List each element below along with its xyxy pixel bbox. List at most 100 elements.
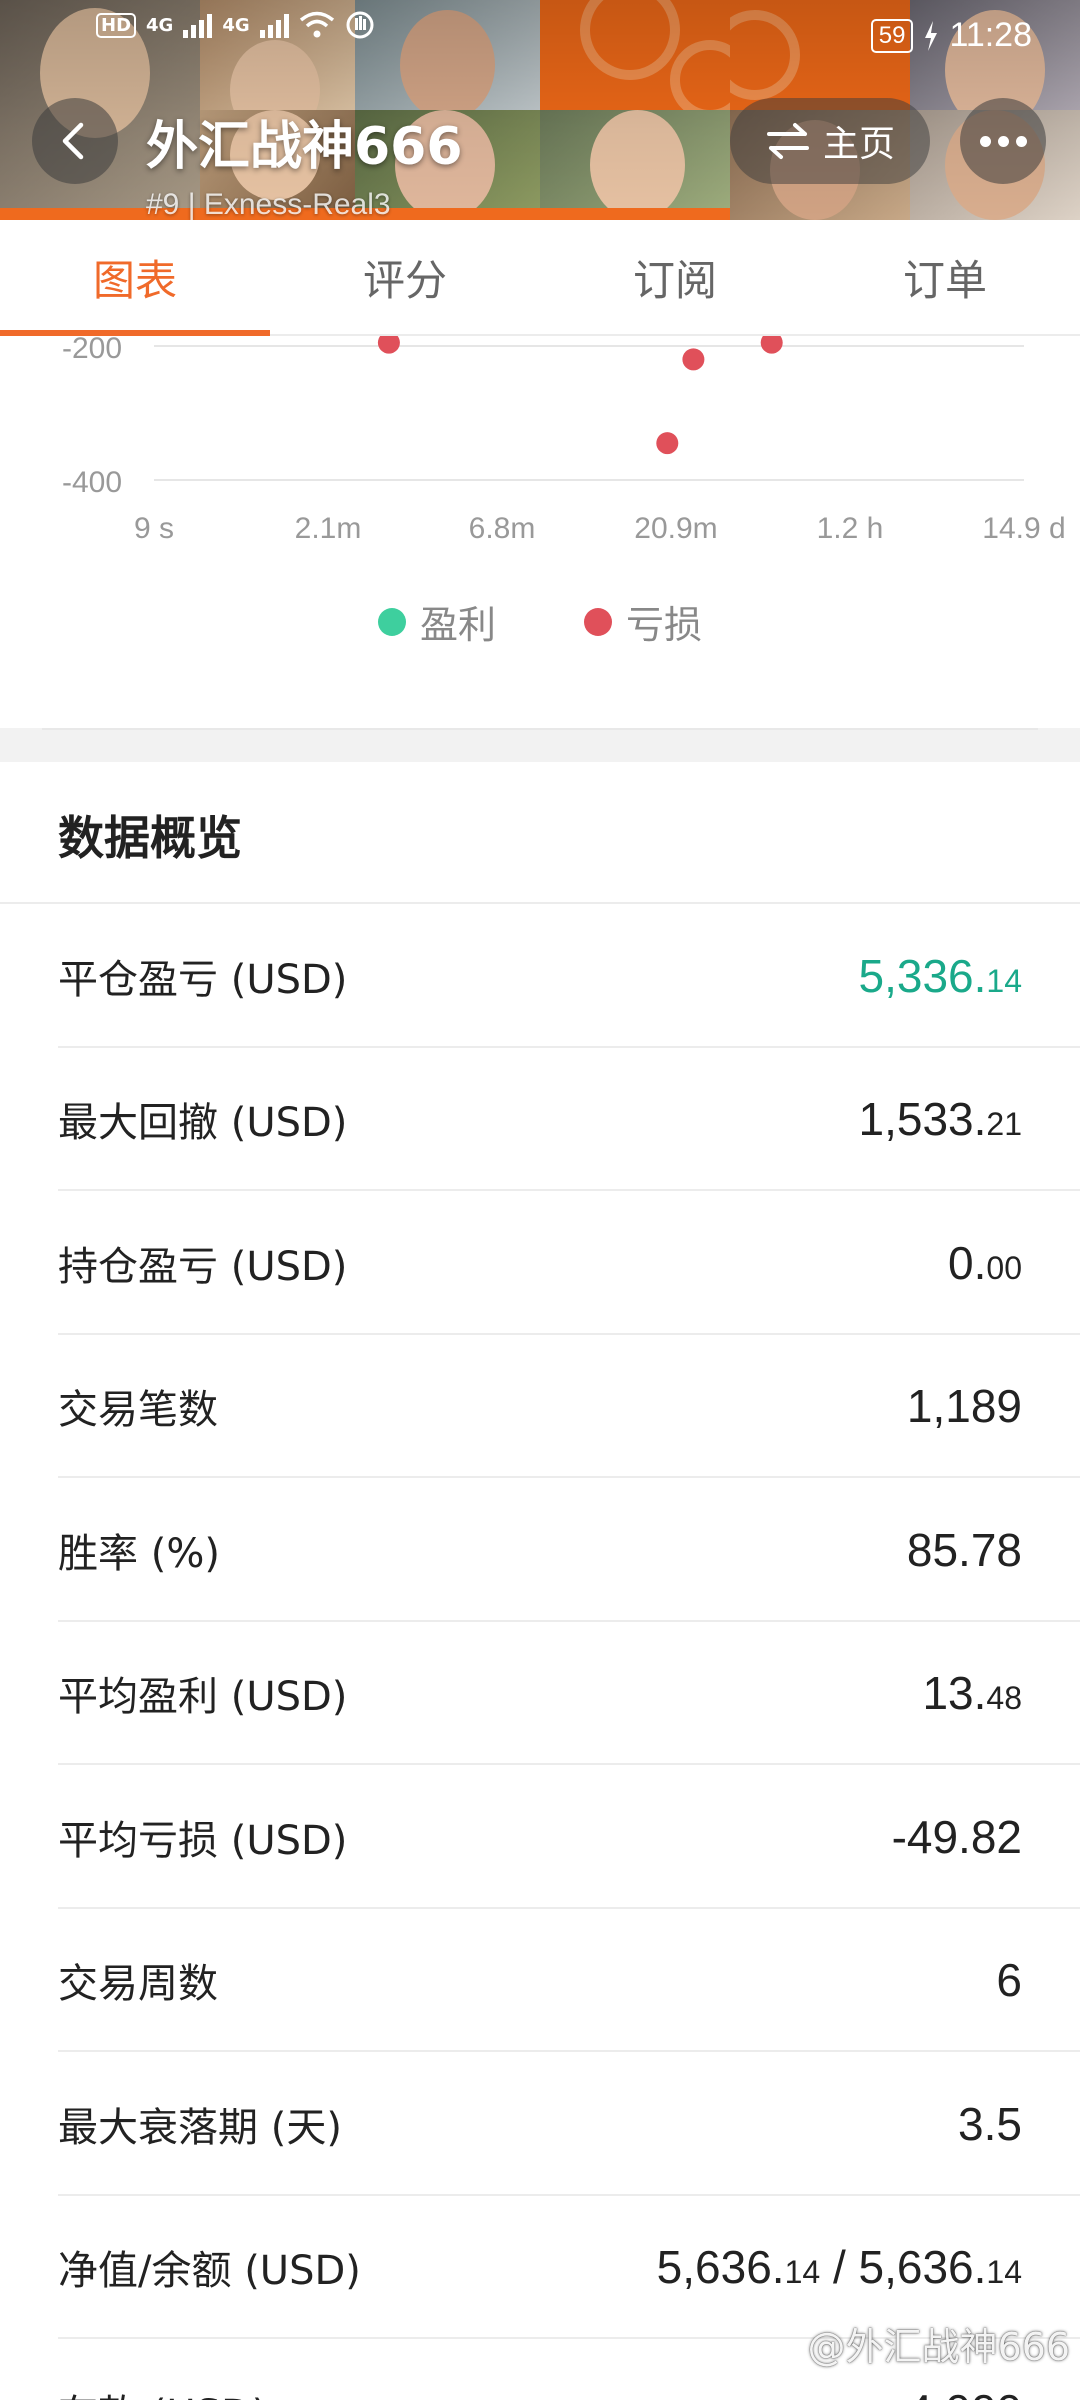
signal-strength-icon [183,12,213,38]
network-4g-label-2: 4G [222,14,250,36]
legend-label-profit: 盈利 [419,603,496,647]
clock: 11:28 [949,16,1032,54]
overview-row: 平均盈利 (USD) 13.48 [0,1622,1080,1766]
value-integer: 1,533. [858,1093,987,1146]
top-nav: 外汇战神666 #9 | Exness-Real3 主页 [0,96,1080,220]
overview-row-value: 1,189 [907,1379,1022,1433]
overview-row-label: 存款 (USD) [58,2382,267,2400]
overview-row-label: 交易笔数 [58,1387,218,1434]
value-integer: 0. [948,1236,987,1289]
value-integer: 5,336. [858,949,987,1002]
overview-row: 交易周数 6 [0,1909,1080,2053]
value-integer: 4,000 [907,2385,1022,2400]
chart-plot: -200 -400 9 s 2.1m 6.8m 20.9m 1.2 h 14.9 d [62,331,1066,545]
value-decimal: 14 [986,2254,1022,2291]
overview-row-value: 3.5 [958,2097,1022,2151]
overview-row-label: 平仓盈亏 (USD) [58,956,348,1003]
value-decimal: 00 [986,1249,1022,1286]
tab-subscribe[interactable]: 订阅 [540,220,810,334]
charging-bolt-icon [925,20,938,51]
overview-row: 最大回撤 (USD) 1,533.21 [0,1048,1080,1192]
overview-row-label: 持仓盈亏 (USD) [58,1243,348,1290]
overview-row-value: 6 [996,1953,1022,2007]
overview-row-value: 13.48 [922,1666,1022,1720]
more-button[interactable] [960,98,1046,184]
overview-row-value: 5,336.14 [859,949,1023,1003]
swap-arrows-icon [766,123,809,159]
back-button[interactable] [32,98,118,184]
signal-strength-icon-2 [259,12,289,38]
more-dot [979,135,991,147]
overview-row-label: 平均亏损 (USD) [58,1817,348,1864]
overview-row-value: 0.00 [948,1236,1022,1290]
network-4g-label: 4G [146,14,174,36]
chart-point-loss [760,331,783,354]
value-integer: 5,636. [656,2241,785,2294]
overview-row: 平均亏损 (USD) -49.82 [0,1765,1080,1909]
chart-x-tick-label: 2.1m [295,512,362,545]
overview-row: 最大衰落期 (天) 3.5 [0,2052,1080,2196]
chart-y-tick-label: -200 [62,336,122,365]
legend-item-loss[interactable]: 亏损 [584,594,702,649]
trade-duration-scatter-chart: -200 -400 9 s 2.1m 6.8m 20.9m 1.2 h 14.9 d [0,331,1080,726]
chart-point-loss [682,348,705,371]
chart-x-tick-label: 14.9 d [982,512,1065,545]
value-integer: 6 [996,1954,1022,2007]
profile-header: HD 4G 4G 59 11:28 外汇战神666 #9 | Exness-Re… [0,0,1080,220]
overview-row: 持仓盈亏 (USD) 0.00 [0,1191,1080,1335]
tab-orders[interactable]: 订单 [810,220,1080,334]
overview-row-value: 85.78 [907,1523,1022,1577]
home-button-label: 主页 [822,124,895,165]
overview-row-value: 5,636.14 / 5,636.14 [657,2240,1022,2294]
chart-point-loss [377,331,400,354]
overview-row-label: 平均盈利 (USD) [58,1674,348,1721]
value-integer: 13. [922,1667,987,1720]
value-integer: 1,189 [906,1380,1022,1433]
overview-title: 数据概览 [58,811,242,865]
chart-legend: 盈利 亏损 [0,594,1080,649]
wifi-icon [299,11,334,38]
status-bar: HD 4G 4G 59 11:28 [0,0,1080,76]
back-arrow-icon [62,122,84,160]
page-title: 外汇战神666 [146,117,463,177]
overview-row-value: 1,533.21 [859,1092,1023,1146]
overview-row: 胜率 (%) 85.78 [0,1478,1080,1622]
overview-list: 平仓盈亏 (USD) 5,336.14 最大回撤 (USD) 1,533.21 持仓盈亏… [0,904,1080,2400]
account-subtitle: #9 | Exness-Real3 [146,188,391,220]
overview-row: 平仓盈亏 (USD) 5,336.14 [0,904,1080,1048]
battery-indicator: 59 [870,18,914,53]
value-decimal: 21 [986,1106,1022,1143]
value-decimal: 14 [986,962,1022,999]
tab-rating[interactable]: 评分 [270,220,540,334]
chart-x-tick-label: 1.2 h [817,512,884,545]
chart-x-tick-label: 9 s [134,512,174,545]
legend-label-loss: 亏损 [626,603,703,647]
watermark: @外汇战神666 [807,2325,1070,2369]
overview-row-value: -49.82 [892,1810,1022,1864]
status-bar-left: HD 4G 4G [96,10,375,40]
tab-chart[interactable]: 图表 [0,220,270,336]
more-dot [1015,135,1027,147]
chart-y-tick-label: -400 [62,466,122,499]
overview-row: 交易笔数 1,189 [0,1335,1080,1479]
overview-row-label: 最大衰落期 (天) [58,2104,342,2151]
overview-row-label: 交易周数 [58,1961,218,2008]
chart-x-tick-label: 6.8m [469,512,536,545]
home-button[interactable]: 主页 [730,98,930,184]
status-bar-right: 59 11:28 [870,16,1032,55]
chart-x-tick-label: 20.9m [634,512,717,545]
value-integer: 3.5 [958,2097,1022,2150]
legend-dot-loss [584,607,612,636]
overview-row-label: 胜率 (%) [58,1530,220,1577]
value-decimal: 14 [784,2254,821,2291]
tab-bar: 图表 评分 订阅 订单 [0,220,1080,336]
hand-notification-icon [346,11,374,39]
overview-row-value: 4,000 [907,2384,1022,2400]
chart-point-loss [656,432,679,455]
more-dot [997,135,1009,147]
value-integer: -49.82 [891,1810,1022,1863]
overview-row-label: 净值/余额 (USD) [58,2248,361,2295]
value-integer: 85.78 [906,1523,1022,1576]
legend-item-profit[interactable]: 盈利 [377,594,496,649]
overview-row-label: 最大回撤 (USD) [58,1100,348,1147]
